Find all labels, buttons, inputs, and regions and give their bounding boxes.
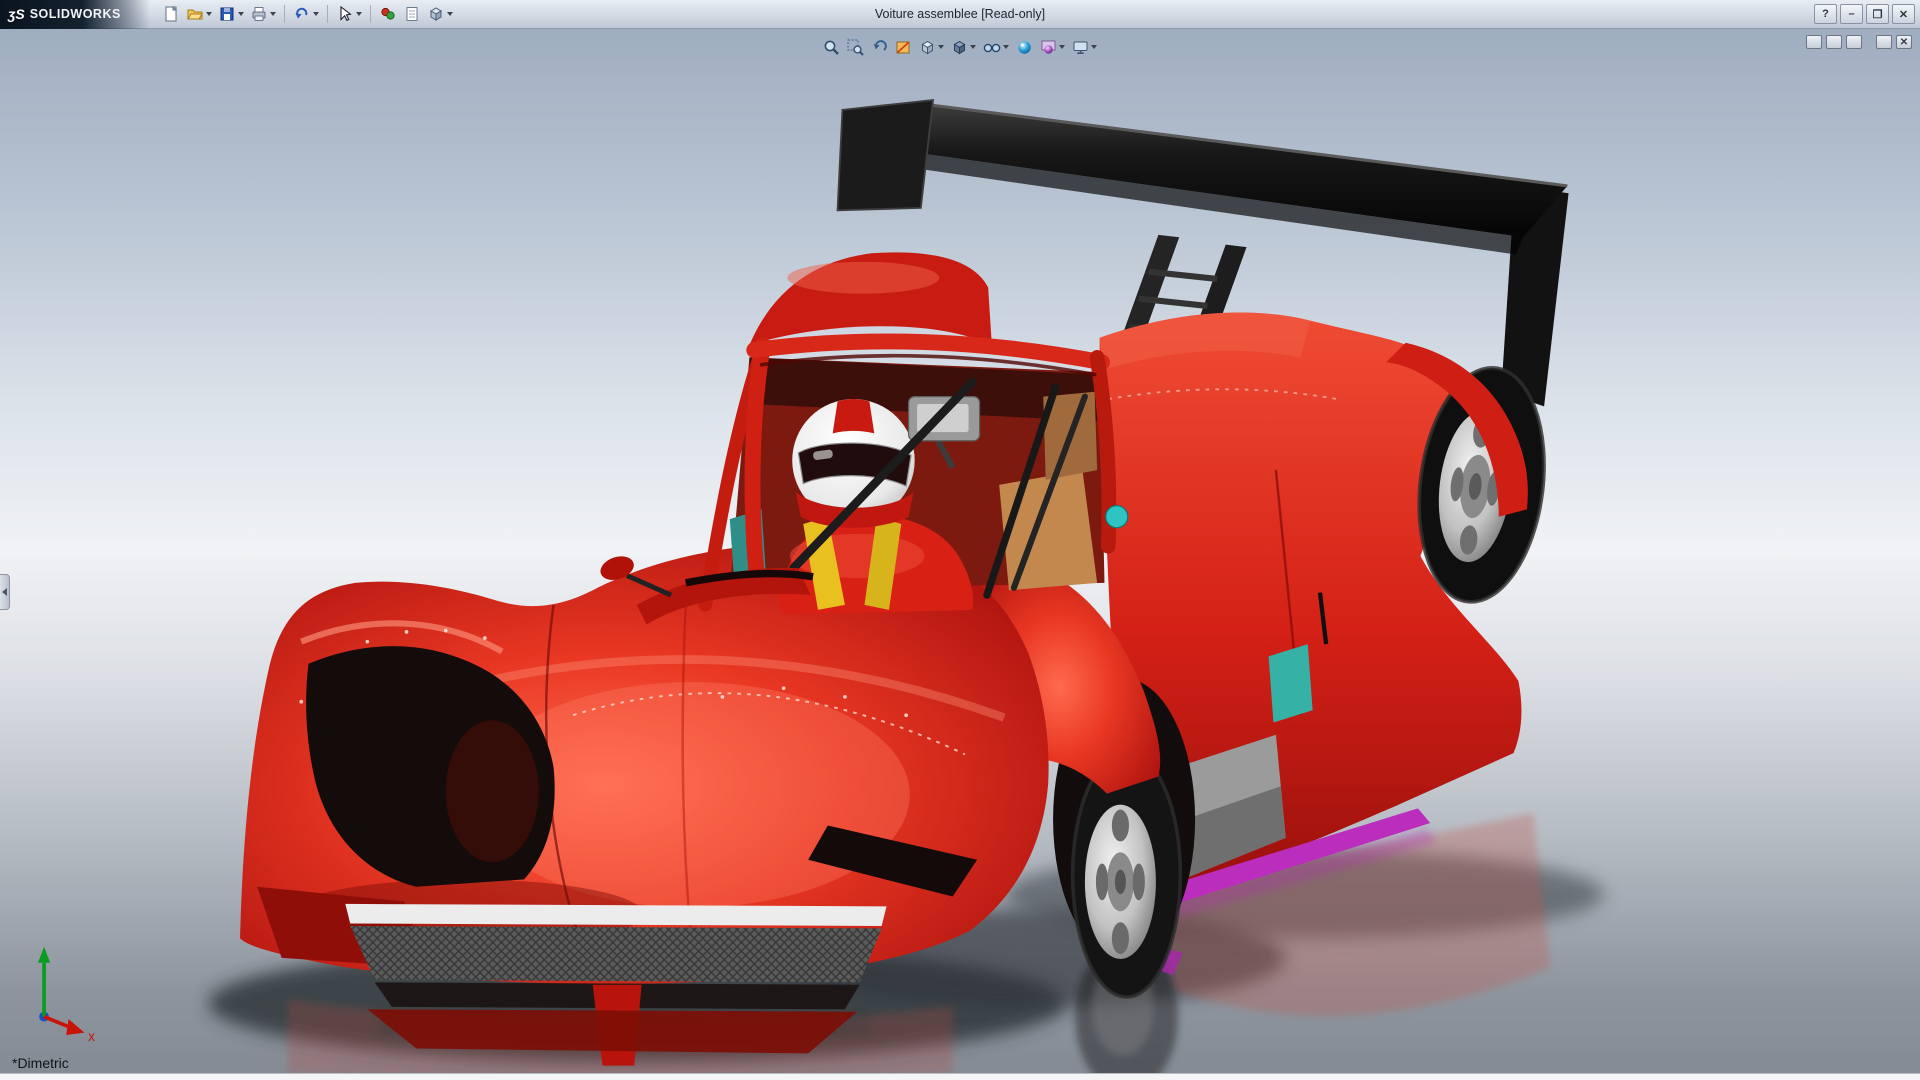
display-style-dropdown-chevron[interactable]: [970, 45, 976, 49]
new-document-button[interactable]: [160, 2, 182, 26]
close-button[interactable]: ✕: [1892, 4, 1915, 24]
solidworks-wordmark: SOLIDWORKS: [29, 7, 121, 21]
save-button[interactable]: [216, 2, 246, 26]
view-orientation-icon: [921, 40, 934, 54]
hide-show-items-icon: [983, 43, 1001, 52]
window-title: Voiture assemblee [Read-only]: [874, 7, 1046, 21]
zoom-to-area-icon: [847, 38, 864, 56]
zoom-to-fit-button[interactable]: [822, 36, 841, 58]
undo-icon: [295, 7, 308, 19]
minimize-button[interactable]: –: [1840, 4, 1863, 24]
front-splitter[interactable]: [367, 1009, 858, 1054]
view-tools-button[interactable]: [425, 2, 455, 26]
help-button[interactable]: ?: [1814, 4, 1837, 24]
section-view-button[interactable]: [894, 36, 913, 58]
race-car-model[interactable]: x: [0, 29, 1920, 1073]
edit-appearance-icon: [1018, 40, 1031, 54]
select-dropdown-chevron[interactable]: [356, 12, 362, 16]
toolbar-separator: [370, 5, 371, 23]
edit-appearance-button[interactable]: [1015, 36, 1034, 58]
zoom-to-fit-icon: [824, 40, 839, 55]
maximize-button[interactable]: ❐: [1866, 4, 1889, 24]
previous-view-icon: [873, 39, 887, 51]
title-bar: ʒS SOLIDWORKS Voiture assemblee [Read-on…: [0, 0, 1920, 29]
select-button[interactable]: [334, 2, 364, 26]
section-view-icon: [896, 40, 910, 54]
open-dropdown-chevron[interactable]: [206, 12, 212, 16]
view-settings-button[interactable]: [1071, 36, 1098, 58]
edit-color-button[interactable]: [377, 2, 399, 26]
view-tools-dropdown-chevron[interactable]: [447, 12, 453, 16]
solidworks-logo: ʒS SOLIDWORKS: [0, 0, 150, 29]
display-style-icon: [953, 40, 966, 54]
edit-color-icon: [381, 7, 395, 20]
orientation-triad[interactable]: x: [37, 946, 95, 1044]
grille-white-strip: [345, 903, 887, 926]
window-controls: ? – ❐ ✕: [1814, 4, 1915, 24]
apply-scene-icon: [1041, 40, 1056, 54]
engine-cover[interactable]: [749, 252, 992, 346]
triad-x-axis[interactable]: [43, 1014, 72, 1030]
select-cursor-icon: [340, 5, 352, 22]
sheet-properties-button[interactable]: [401, 2, 423, 26]
view-settings-icon: [1073, 41, 1088, 54]
pane-left-button[interactable]: [1806, 35, 1822, 49]
wing-left-endplate[interactable]: [836, 99, 935, 212]
sheet-properties-icon: [406, 7, 418, 21]
new-document-icon: [165, 5, 178, 22]
toolbar-separator: [284, 5, 285, 23]
hide-show-dropdown-chevron[interactable]: [1003, 45, 1009, 49]
toolbar-separator: [327, 5, 328, 23]
save-dropdown-chevron[interactable]: [238, 12, 244, 16]
feature-panel-collapse-handle[interactable]: [0, 574, 10, 610]
print-button[interactable]: [248, 2, 278, 26]
view-orientation-label: *Dimetric: [12, 1055, 69, 1071]
open-icon: [187, 9, 203, 20]
view-orientation-dropdown-chevron[interactable]: [938, 45, 944, 49]
apply-scene-button[interactable]: [1039, 36, 1066, 58]
pane-full-button[interactable]: [1846, 35, 1862, 49]
document-window-controls: ✕: [1806, 35, 1912, 49]
pane-split-button[interactable]: [1826, 35, 1842, 49]
undo-dropdown-chevron[interactable]: [313, 12, 319, 16]
previous-view-button[interactable]: [870, 36, 889, 58]
main-toolbar: [160, 2, 455, 26]
view-settings-dropdown-chevron[interactable]: [1091, 45, 1097, 49]
undo-button[interactable]: [291, 2, 321, 26]
teal-panel[interactable]: [1268, 644, 1313, 723]
status-bar: [0, 1073, 1920, 1080]
print-icon: [252, 7, 266, 21]
zoom-to-area-button[interactable]: [846, 36, 865, 58]
apply-scene-dropdown-chevron[interactable]: [1059, 45, 1065, 49]
view-orientation-button[interactable]: [918, 36, 945, 58]
open-button[interactable]: [184, 2, 214, 26]
dassault-logo-mark: ʒS: [8, 6, 25, 22]
restore-document-button[interactable]: [1876, 35, 1892, 49]
triad-x-label: x: [88, 1029, 95, 1044]
view-tools-icon: [430, 7, 442, 21]
close-document-button[interactable]: ✕: [1896, 35, 1912, 49]
graphics-area[interactable]: x ✕ *Dimetric: [0, 29, 1920, 1073]
collapse-arrow-icon: [2, 588, 7, 596]
cyan-fitting[interactable]: [1105, 505, 1129, 529]
save-icon: [220, 7, 234, 21]
display-style-button[interactable]: [950, 36, 977, 58]
print-dropdown-chevron[interactable]: [270, 12, 276, 16]
front-grille[interactable]: [345, 903, 887, 1066]
grille-mesh: [350, 925, 882, 983]
heads-up-view-toolbar: [816, 34, 1104, 60]
hide-show-items-button[interactable]: [982, 36, 1010, 58]
